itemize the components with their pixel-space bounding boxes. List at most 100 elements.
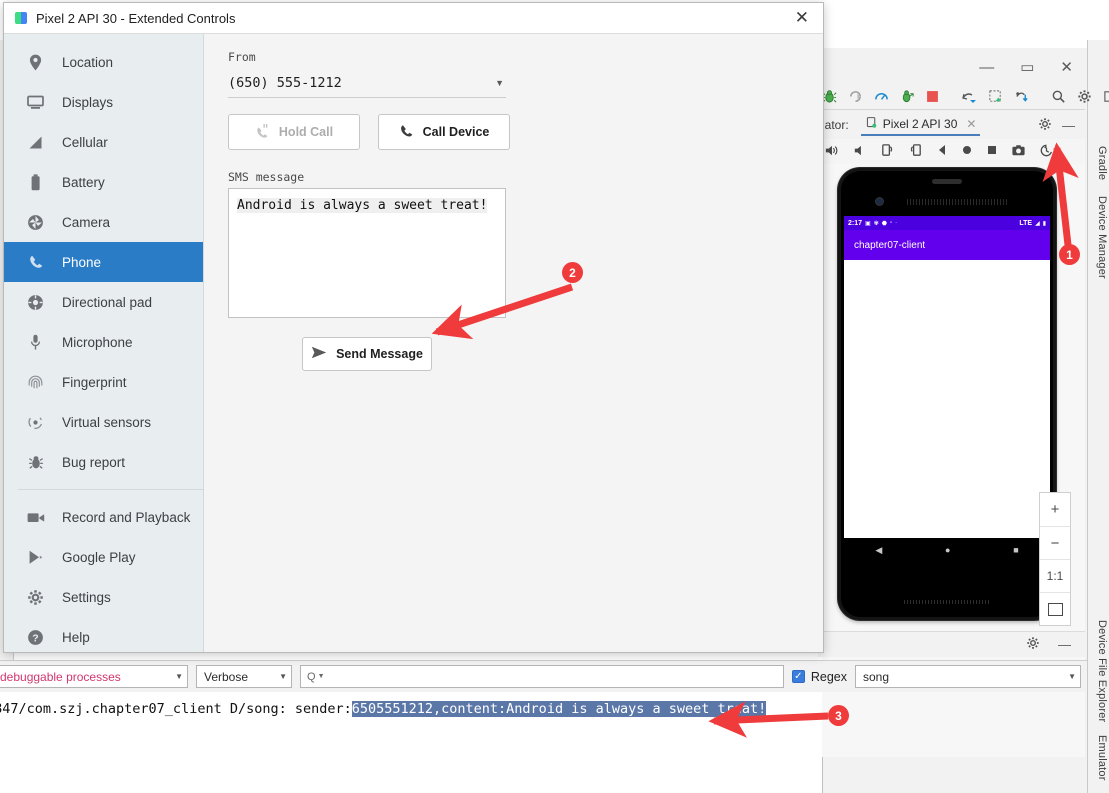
settings-icon: ✾ — [873, 220, 879, 227]
logcat-filter-dropdown[interactable]: song ▼ — [855, 665, 1081, 688]
sidebar-item-record-and-playback[interactable]: Record and Playback — [4, 497, 203, 537]
log-level-dropdown[interactable]: Verbose ▼ — [196, 665, 292, 688]
gear-icon[interactable] — [1038, 117, 1052, 134]
zoom-in-button[interactable]: + — [1040, 493, 1070, 526]
nav-recents-button[interactable]: ■ — [1013, 545, 1018, 555]
sidebar-item-settings[interactable]: Settings — [4, 577, 203, 617]
emulated-device[interactable]: 2:17 ▣ ✾ ⬣ ▫ · LTE ◢ ▮ chapter07-client — [838, 168, 1056, 620]
sidebar-item-label: Fingerprint — [62, 374, 127, 390]
sidebar-item-bug-report[interactable]: Bug report — [4, 442, 203, 482]
android-studio-icon — [14, 11, 28, 25]
ide-toolbar — [818, 84, 1109, 110]
minimize-panel-icon[interactable]: — — [1062, 118, 1075, 133]
home-icon[interactable] — [961, 144, 973, 159]
from-number-dropdown[interactable]: (650) 555-1212 ▼ — [228, 68, 506, 98]
sidebar-item-label: Cellular — [62, 134, 108, 150]
sidebar-item-virtual-sensors[interactable]: Virtual sensors — [4, 402, 203, 442]
sidebar-item-label: Bug report — [62, 454, 126, 470]
search-icon: Q — [307, 670, 316, 683]
nav-home-button[interactable]: ● — [945, 545, 950, 555]
logcat-search-input[interactable]: Q ▼ — [300, 665, 784, 688]
gear-icon — [26, 589, 45, 606]
settings-icon[interactable] — [1077, 89, 1092, 105]
run-step-icon[interactable] — [848, 89, 863, 105]
profiler-icon[interactable] — [874, 89, 889, 105]
emulator-tab-pixel2[interactable]: Pixel 2 API 30 ✕ — [860, 114, 981, 136]
close-dialog-button[interactable]: ✕ — [789, 8, 815, 28]
logcat-output-line[interactable]: 2847/com.szj.chapter07_client D/song: se… — [0, 699, 1087, 719]
sdk-download-icon[interactable] — [1014, 89, 1029, 105]
sidebar-item-camera[interactable]: Camera — [4, 202, 203, 242]
battery-icon: ▮ — [1042, 220, 1046, 227]
back-icon[interactable] — [936, 144, 948, 159]
maximize-window-button[interactable]: ▭ — [1020, 60, 1034, 75]
send-message-button[interactable]: Send Message — [302, 337, 432, 371]
toolwindow-label-emulator[interactable]: Emulator — [1096, 735, 1108, 781]
chevron-down-icon[interactable]: ▼ — [318, 673, 325, 680]
emulator-zoom-controls: + − 1:1 — [1039, 492, 1071, 626]
rotate-left-icon[interactable] — [880, 143, 895, 161]
overview-icon[interactable] — [986, 144, 998, 159]
minimize-panel-icon[interactable]: — — [1058, 637, 1071, 652]
speaker-grille — [907, 199, 1009, 205]
fingerprint-icon — [26, 374, 45, 391]
layout-inspector-icon[interactable] — [988, 89, 1003, 105]
sidebar-item-directional-pad[interactable]: Directional pad — [4, 282, 203, 322]
actual-size-button[interactable]: 1:1 — [1040, 559, 1070, 592]
emulator-panel-footer: — — [818, 631, 1085, 657]
gear-icon[interactable] — [1026, 636, 1040, 653]
microphone-icon — [26, 334, 45, 351]
sidebar-item-label: Virtual sensors — [62, 414, 152, 430]
network-type-label: LTE — [1019, 219, 1033, 227]
sidebar-item-label: Camera — [62, 214, 111, 230]
sms-message-label: SMS message — [228, 170, 305, 184]
sms-message-input[interactable]: Android is always a sweet treat! — [228, 188, 506, 318]
sidebar-item-google-play[interactable]: Google Play — [4, 537, 203, 577]
sidebar-item-label: Directional pad — [62, 294, 153, 310]
sidebar-item-fingerprint[interactable]: Fingerprint — [4, 362, 203, 402]
fit-screen-icon[interactable] — [1040, 592, 1070, 625]
toolwindow-label-device-manager[interactable]: Device Manager — [1096, 196, 1108, 279]
sidebar-item-location[interactable]: Location — [4, 42, 203, 82]
sidebar-item-help[interactable]: ? Help — [4, 617, 203, 657]
history-icon[interactable] — [1039, 143, 1054, 161]
stop-icon[interactable] — [926, 89, 939, 105]
avd-manager-icon[interactable] — [961, 89, 977, 105]
emulator-tab-title: Pixel 2 API 30 — [882, 117, 958, 131]
nav-back-button[interactable]: ◀ — [875, 545, 882, 556]
device-screen[interactable]: 2:17 ▣ ✾ ⬣ ▫ · LTE ◢ ▮ chapter07-client — [844, 216, 1050, 538]
rotate-right-icon[interactable] — [908, 143, 923, 161]
regex-checkbox[interactable]: ✓ — [791, 670, 805, 683]
hold-call-button[interactable]: Hold Call — [228, 114, 360, 150]
call-device-button[interactable]: Call Device — [378, 114, 510, 150]
volume-down-icon[interactable] — [852, 143, 867, 161]
regex-toggle[interactable]: ✓ Regex — [791, 670, 847, 684]
attach-debugger-icon[interactable] — [900, 89, 915, 105]
project-structure-icon[interactable] — [1103, 89, 1109, 105]
zoom-out-button[interactable]: − — [1040, 526, 1070, 559]
debug-icon[interactable] — [822, 89, 837, 105]
sidebar-item-battery[interactable]: Battery — [4, 162, 203, 202]
minimize-window-button[interactable]: — — [979, 60, 994, 75]
app-content-area[interactable] — [844, 260, 1050, 538]
annotation-badge-2: 2 — [562, 262, 583, 283]
toolwindow-label-gradle[interactable]: Gradle — [1096, 146, 1108, 180]
log-level-value: Verbose — [204, 669, 249, 684]
front-camera-icon — [875, 197, 884, 206]
search-icon[interactable] — [1051, 89, 1066, 105]
sidebar-item-displays[interactable]: Displays — [4, 82, 203, 122]
sidebar-item-phone[interactable]: Phone — [4, 242, 203, 282]
phone-call-icon — [399, 123, 414, 141]
phone-controls-pane: From (650) 555-1212 ▼ Hold Call Call Dev… — [204, 34, 823, 652]
toolwindow-label-device-file-explorer[interactable]: Device File Explorer — [1096, 620, 1108, 722]
sidebar-item-cellular[interactable]: Cellular — [4, 122, 203, 162]
device-icon — [865, 116, 878, 132]
sidebar-item-microphone[interactable]: Microphone — [4, 322, 203, 362]
close-icon[interactable]: ✕ — [966, 117, 976, 131]
cellular-signal-icon — [26, 135, 45, 150]
close-window-button[interactable]: ✕ — [1060, 60, 1073, 75]
screenshot-icon[interactable] — [1011, 143, 1026, 161]
sidebar-item-label: Location — [62, 54, 114, 70]
process-filter-dropdown[interactable]: debuggable processes ▼ — [0, 665, 188, 688]
volume-up-icon[interactable] — [824, 143, 839, 161]
